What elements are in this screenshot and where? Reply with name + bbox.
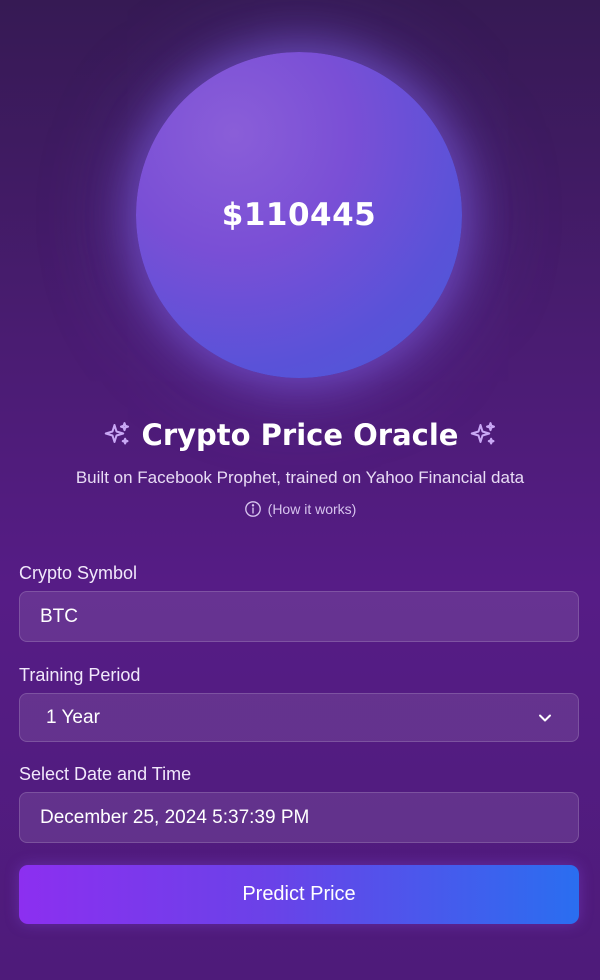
sparkle-icon bbox=[471, 422, 496, 445]
price-orb: $110445 bbox=[136, 52, 462, 378]
symbol-input[interactable]: BTC bbox=[19, 591, 579, 642]
how-it-works-label: (How it works) bbox=[267, 501, 357, 517]
page-title: Crypto Price Oracle bbox=[141, 418, 459, 452]
period-label: Training Period bbox=[19, 665, 141, 685]
symbol-value: BTC bbox=[40, 605, 78, 627]
datetime-label: Select Date and Time bbox=[19, 764, 192, 784]
sparkle-icon bbox=[104, 422, 129, 445]
symbol-label: Crypto Symbol bbox=[19, 563, 138, 583]
predicted-price: $110445 bbox=[221, 197, 377, 233]
predict-price-button[interactable]: Predict Price bbox=[19, 865, 579, 924]
period-select[interactable]: 1 Year bbox=[19, 693, 579, 742]
datetime-input[interactable]: December 25, 2024 5:37:39 PM bbox=[19, 792, 579, 843]
info-icon bbox=[244, 501, 261, 517]
chevron-down-icon bbox=[539, 714, 551, 721]
predict-price-label: Predict Price bbox=[242, 883, 356, 905]
how-it-works-link[interactable]: (How it works) bbox=[0, 500, 600, 518]
period-value: 1 Year bbox=[46, 706, 100, 728]
subtitle: Built on Facebook Prophet, trained on Ya… bbox=[75, 468, 525, 487]
title-row: Crypto Price Oracle bbox=[0, 418, 600, 452]
datetime-value: December 25, 2024 5:37:39 PM bbox=[40, 806, 310, 828]
